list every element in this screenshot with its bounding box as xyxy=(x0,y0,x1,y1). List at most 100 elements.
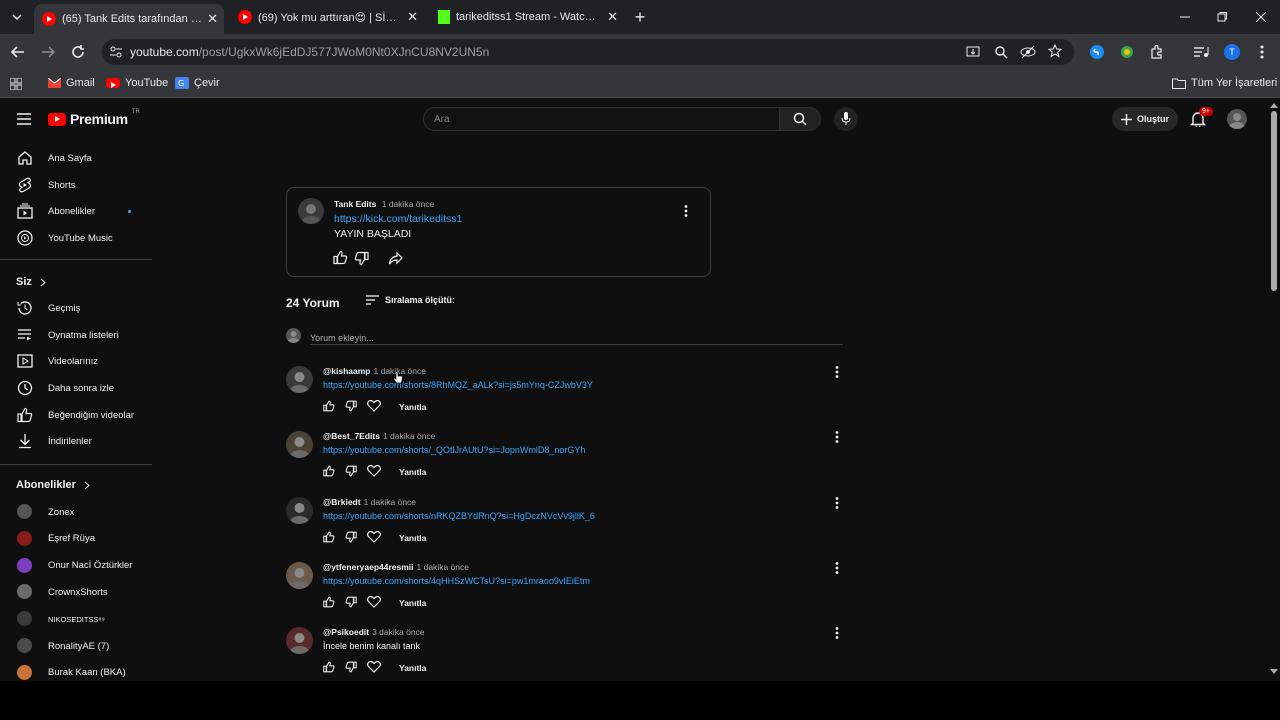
scroll-up-icon[interactable] xyxy=(1270,102,1278,108)
post-author-avatar[interactable] xyxy=(298,198,324,224)
sidebar-you-header[interactable]: Siz xyxy=(16,276,46,288)
comment-author[interactable]: @ytfeneryaep44resmii xyxy=(323,562,414,572)
comment-dislike-icon[interactable] xyxy=(345,596,359,610)
comment-text[interactable]: https://youtube.com/shorts/8RhMQZ_aALk?s… xyxy=(323,380,593,390)
forward-icon[interactable] xyxy=(38,42,58,62)
sidebar-item-downloads[interactable]: İndirilenler xyxy=(0,428,152,454)
comment-author-avatar[interactable] xyxy=(286,496,313,524)
comment-text[interactable]: https://youtube.com/shorts/_QOtlJrAUtU?s… xyxy=(323,445,585,455)
bookmark-gmail[interactable]: Gmail xyxy=(48,77,95,89)
reply-button[interactable]: Yanıtla xyxy=(399,598,426,608)
sidebar-subscription[interactable]: Eşref Rüya xyxy=(0,526,152,552)
voice-search-button[interactable] xyxy=(834,107,858,131)
comment-dislike-icon[interactable] xyxy=(345,465,359,479)
sidebar-subscription[interactable]: RonalityAE (7) xyxy=(0,633,152,659)
reply-button[interactable]: Yanıtla xyxy=(399,663,426,673)
scroll-down-icon[interactable] xyxy=(1270,669,1278,675)
comment-text[interactable]: https://youtube.com/shorts/4qHHSzWCTsU?s… xyxy=(323,576,590,586)
comment-like-icon[interactable] xyxy=(323,531,337,545)
minimize-icon[interactable] xyxy=(1175,7,1195,27)
comment-menu-icon[interactable] xyxy=(835,366,845,380)
post-dislike-icon[interactable] xyxy=(354,251,369,266)
tab-kick-stream[interactable]: tarikeditss1 Stream - Watch Live ✕ xyxy=(430,6,624,28)
tab-sinem[interactable]: (69) Yok mu arttıran😍 | SİNEM ✕ xyxy=(230,6,424,28)
comment-heart-icon[interactable] xyxy=(367,465,381,479)
bookmark-star-icon[interactable] xyxy=(1048,44,1062,58)
extensions-puzzle-icon[interactable] xyxy=(1147,42,1167,62)
comment-author[interactable]: @Brkiedt xyxy=(323,497,361,507)
post-like-icon[interactable] xyxy=(333,250,348,265)
tab-search-icon[interactable] xyxy=(7,7,27,27)
sidebar-subscriptions-header[interactable]: Abonelikler xyxy=(16,479,90,491)
bookmark-ceviri[interactable]: G Çevir xyxy=(175,77,220,89)
restore-icon[interactable] xyxy=(1212,7,1232,27)
install-app-icon[interactable] xyxy=(966,45,980,59)
comment-menu-icon[interactable] xyxy=(835,496,845,511)
sort-button[interactable]: Sıralama ölçütü: xyxy=(366,295,455,305)
comment-author-avatar[interactable] xyxy=(286,627,313,655)
comment-text[interactable]: https://youtube.com/shorts/nRKQZBYdRnQ?s… xyxy=(323,511,595,521)
comment-menu-icon[interactable] xyxy=(835,561,845,576)
reply-button[interactable]: Yanıtla xyxy=(399,467,426,477)
comment-heart-icon[interactable] xyxy=(367,400,381,414)
comment-like-icon[interactable] xyxy=(323,400,337,414)
site-info-icon[interactable] xyxy=(110,46,122,58)
comment-time[interactable]: 1 dakika önce xyxy=(417,562,469,572)
post-link[interactable]: https://kick.com/tarikeditss1 xyxy=(334,213,462,225)
sidebar-item-watch-later[interactable]: Daha sonra izle xyxy=(0,375,152,401)
comment-like-icon[interactable] xyxy=(323,465,337,479)
search-button[interactable] xyxy=(780,107,821,131)
post-share-icon[interactable] xyxy=(388,251,403,266)
browser-menu-icon[interactable] xyxy=(1252,42,1272,62)
comment-author-avatar[interactable] xyxy=(286,561,313,589)
create-button[interactable]: Oluştur xyxy=(1112,107,1178,131)
back-icon[interactable] xyxy=(8,42,28,62)
tracking-protection-icon[interactable] xyxy=(1020,45,1036,59)
comment-time[interactable]: 1 dakika önce xyxy=(383,431,435,441)
bookmark-youtube[interactable]: YouTube xyxy=(106,77,168,89)
comment-heart-icon[interactable] xyxy=(367,661,381,675)
comment-menu-icon[interactable] xyxy=(835,431,845,445)
sidebar-item-youtube-music[interactable]: YouTube Music xyxy=(0,225,152,251)
account-avatar[interactable] xyxy=(1227,109,1247,129)
comment-dislike-icon[interactable] xyxy=(345,531,359,545)
scrollbar-thumb[interactable] xyxy=(1271,111,1277,291)
comment-author[interactable]: @kishaamp xyxy=(323,366,371,376)
sidebar-subscription[interactable]: Zonex xyxy=(0,499,152,525)
close-tab-icon[interactable]: ✕ xyxy=(607,9,618,25)
comment-author-avatar[interactable] xyxy=(286,431,313,459)
media-control-icon[interactable] xyxy=(1191,42,1211,62)
comment-menu-icon[interactable] xyxy=(835,627,845,641)
reply-button[interactable]: Yanıtla xyxy=(399,402,426,412)
sidebar-item-your-videos[interactable]: Videolarınız xyxy=(0,348,152,374)
search-box[interactable]: Ara xyxy=(423,107,780,131)
comment-author-avatar[interactable] xyxy=(286,366,313,393)
post-menu-icon[interactable] xyxy=(684,205,688,217)
tab-tank-edits[interactable]: (65) Tank Edits tarafından payla ✕ xyxy=(34,4,224,34)
sidebar-subscription[interactable]: CrownxShorts xyxy=(0,579,152,605)
close-tab-icon[interactable]: ✕ xyxy=(207,11,218,27)
close-tab-icon[interactable]: ✕ xyxy=(407,9,418,25)
shazam-extension-icon[interactable] xyxy=(1087,42,1107,62)
zoom-icon[interactable] xyxy=(994,45,1008,59)
comment-time[interactable]: 3 dakika önce xyxy=(372,627,424,637)
sidebar-subscription[interactable]: NIKOSEDITSS⁸⁹ xyxy=(0,606,152,632)
profile-avatar[interactable]: T xyxy=(1222,42,1242,62)
comment-like-icon[interactable] xyxy=(323,661,337,675)
address-bar[interactable]: youtube.com/post/UgkxWk6jEdDJ577JWoM0Nt0… xyxy=(102,39,1074,65)
post-author[interactable]: Tank Edits xyxy=(334,199,376,209)
notifications-button[interactable]: 9+ xyxy=(1190,107,1213,129)
sidebar-subscription[interactable]: Onur Nacİ Öztürkler xyxy=(0,553,152,579)
apps-grid-icon[interactable] xyxy=(10,78,22,90)
comment-author[interactable]: @Best_7Edits xyxy=(323,431,380,441)
new-tab-button[interactable]: + xyxy=(630,7,650,27)
sidebar-item-home[interactable]: Ana Sayfa xyxy=(0,145,152,171)
sidebar-item-subscriptions[interactable]: Abonelikler xyxy=(0,198,152,224)
comment-time[interactable]: 1 dakika önce xyxy=(364,497,416,507)
sidebar-item-liked-videos[interactable]: Beğendiğim videolar xyxy=(0,402,152,428)
comment-like-icon[interactable] xyxy=(323,596,337,610)
comment-dislike-icon[interactable] xyxy=(345,400,359,414)
extension-icon[interactable] xyxy=(1117,42,1137,62)
sidebar-item-shorts[interactable]: Shorts xyxy=(0,172,152,198)
reply-button[interactable]: Yanıtla xyxy=(399,533,426,543)
